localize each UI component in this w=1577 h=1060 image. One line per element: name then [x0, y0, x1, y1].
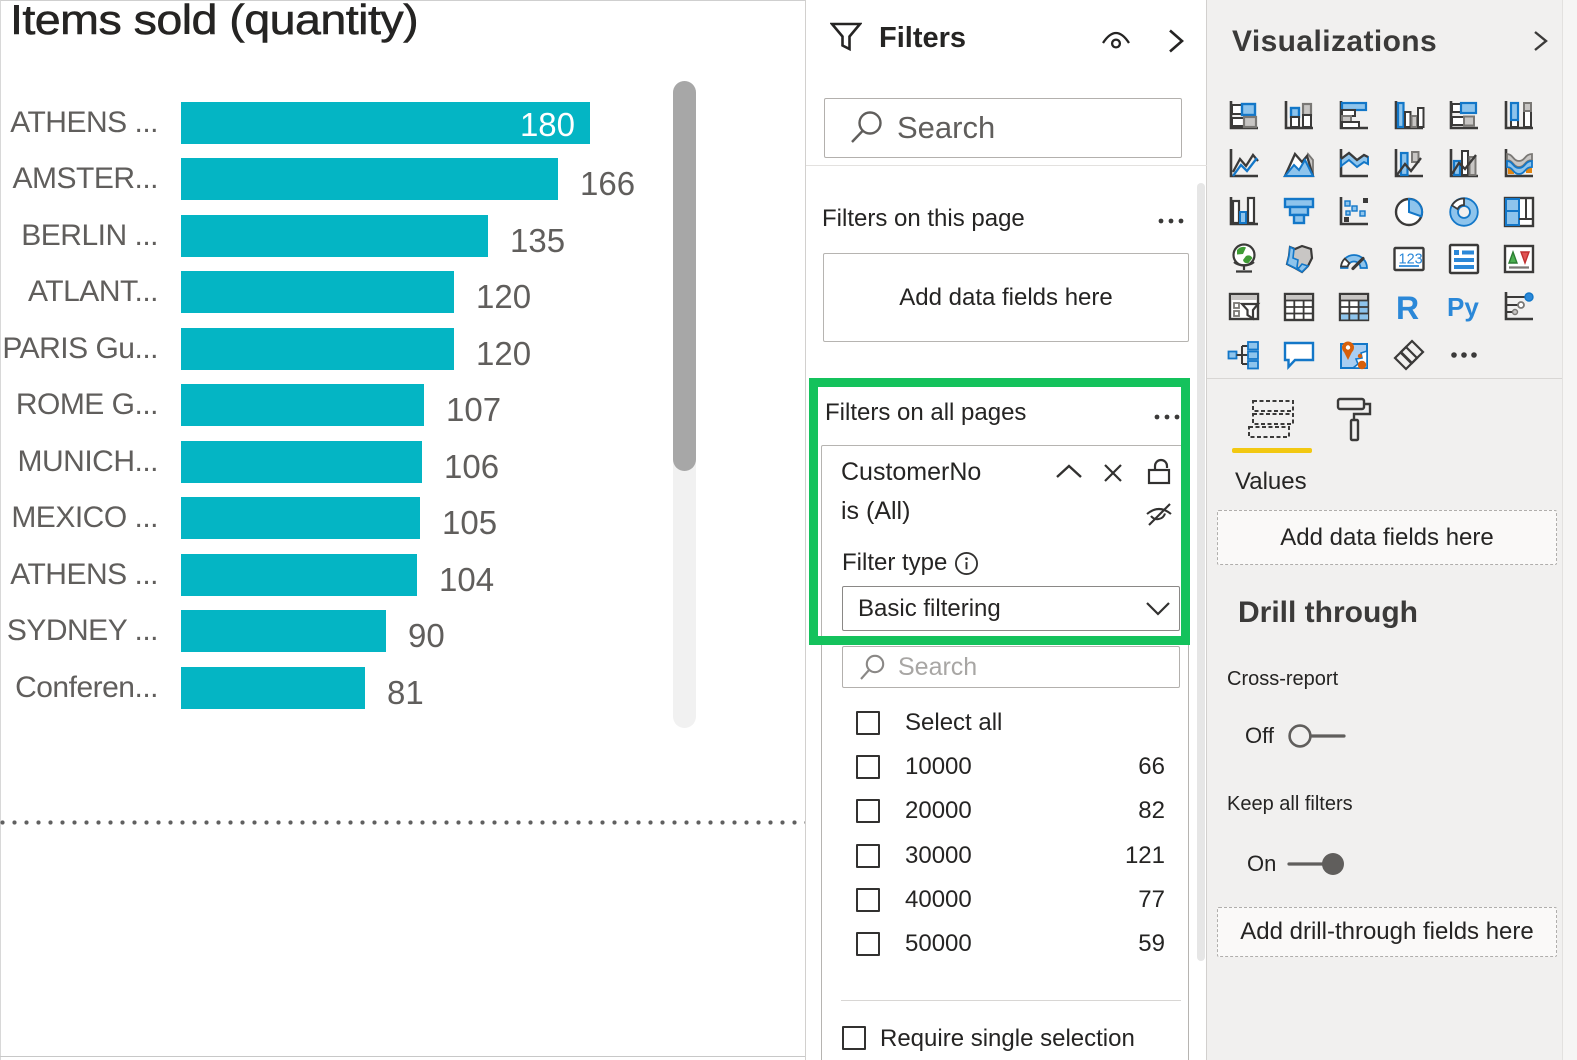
- svg-text:Py: Py: [1447, 292, 1479, 322]
- svg-text:R: R: [1396, 290, 1419, 324]
